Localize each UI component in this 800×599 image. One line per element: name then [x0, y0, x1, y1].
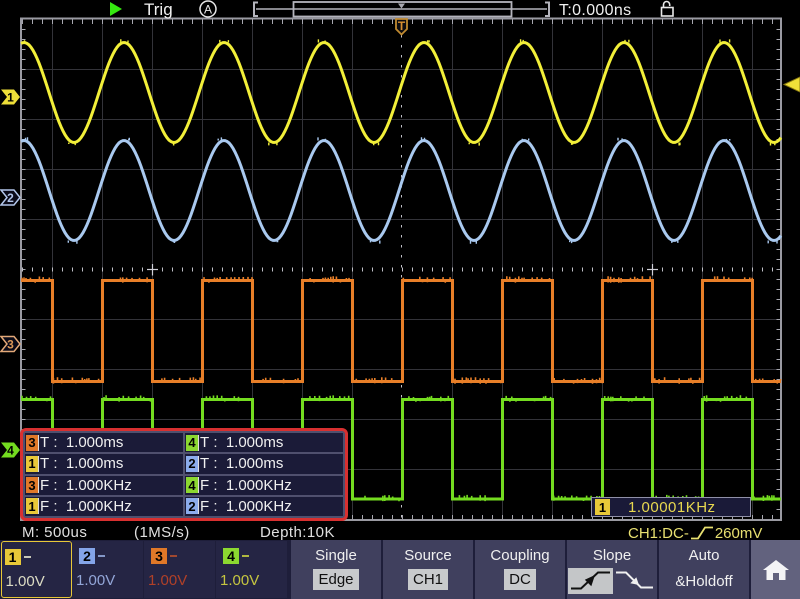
svg-text:T: T — [398, 19, 406, 33]
svg-text:1: 1 — [7, 91, 14, 105]
svg-text:Trig: Trig — [144, 0, 173, 19]
svg-text:A: A — [204, 3, 212, 17]
svg-text:4: 4 — [7, 444, 14, 458]
svg-text:T:0.000ns: T:0.000ns — [559, 2, 632, 19]
svg-text:3: 3 — [7, 338, 14, 352]
svg-text:2: 2 — [7, 191, 14, 205]
